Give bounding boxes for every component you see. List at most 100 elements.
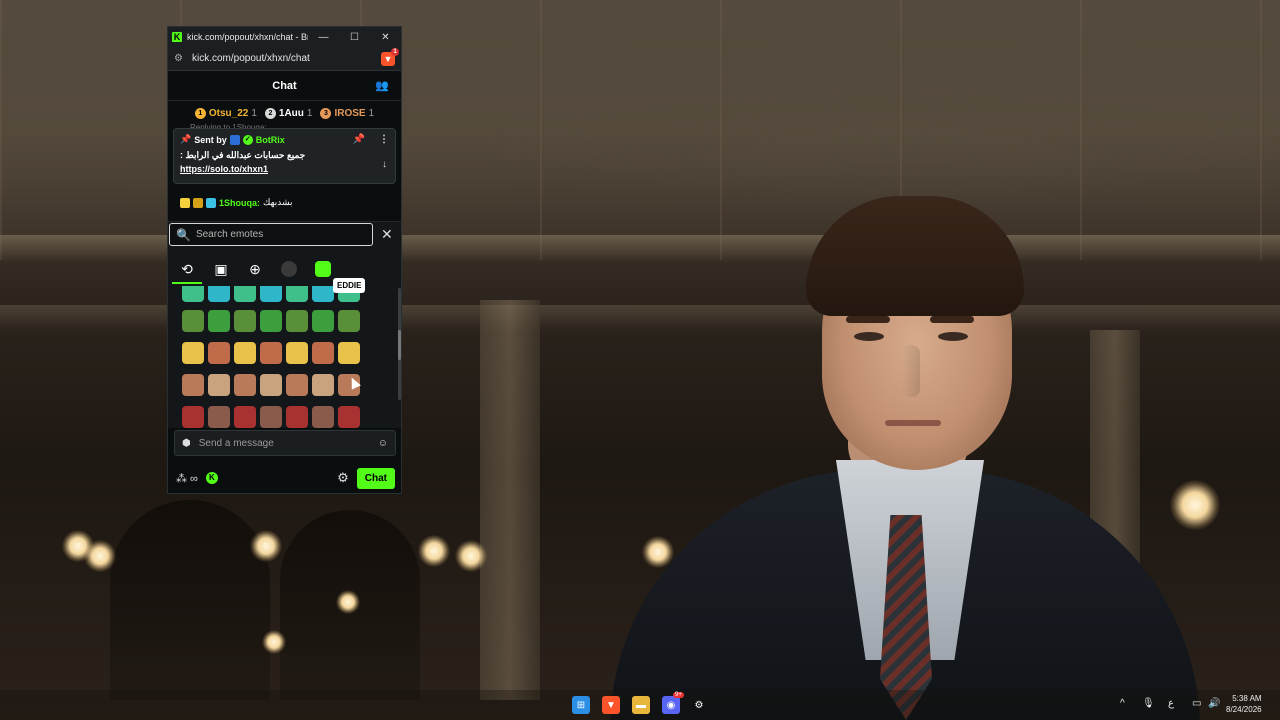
- message-composer[interactable]: ⬢ ☺: [174, 430, 396, 456]
- channel-icon[interactable]: ▣: [206, 256, 236, 282]
- emote-thumbnail[interactable]: [338, 342, 360, 364]
- message-shield-icon: ⬢: [182, 437, 191, 449]
- leaderboard-entry[interactable]: 3 IROSE 1: [320, 107, 374, 119]
- chat-username[interactable]: 1Shouqa:: [219, 198, 260, 208]
- emote-thumbnail[interactable]: [312, 342, 334, 364]
- sent-by-label: Sent by: [194, 134, 227, 145]
- emote-thumbnail[interactable]: [312, 406, 334, 428]
- gift-leaderboard: 1 Otsu_22 1 2 1Auu 1 3 IROSE 1: [168, 101, 401, 125]
- close-window-button[interactable]: ✕: [370, 27, 401, 47]
- collapse-arrow-icon[interactable]: ↓: [382, 159, 387, 170]
- emote-thumbnail[interactable]: [208, 342, 230, 364]
- emote-thumbnail[interactable]: [234, 286, 256, 302]
- leader-count: 1: [306, 107, 313, 119]
- leaderboard-entry[interactable]: 2 1Auu 1: [264, 107, 313, 119]
- points-icon[interactable]: ⁂ ∞: [176, 472, 198, 485]
- emote-thumbnail[interactable]: [208, 310, 230, 332]
- avatar-icon[interactable]: [274, 256, 304, 282]
- site-settings-icon[interactable]: ⚙: [174, 53, 188, 64]
- system-clock[interactable]: 5:38 AM 8/24/2026: [1226, 693, 1262, 715]
- emote-thumbnail[interactable]: [286, 342, 308, 364]
- emote-thumbnail[interactable]: [286, 286, 308, 302]
- emote-thumbnail[interactable]: [312, 310, 334, 332]
- volume-icon[interactable]: 🔊: [1208, 698, 1220, 709]
- emote-search[interactable]: 🔍: [169, 223, 373, 246]
- active-tab-indicator: [172, 282, 202, 284]
- emote-thumbnail[interactable]: [182, 406, 204, 428]
- microphone-icon[interactable]: 🎙: [1142, 698, 1155, 709]
- pinned-username[interactable]: BotRix: [256, 135, 285, 145]
- wallpaper-arch: [110, 500, 270, 700]
- more-options-icon[interactable]: ⋮: [379, 134, 389, 145]
- emote-picker: 🔍 ✕ ⟲ ▣ ⊕ EDDIE: [168, 221, 401, 428]
- emote-thumbnail[interactable]: [260, 406, 282, 428]
- chat-send-button[interactable]: Chat: [356, 467, 395, 489]
- pinned-message[interactable]: 📌 Sent by ✓ BotRix 📌 ⋮ جميع حسابات عبدال…: [173, 128, 396, 184]
- close-emotes-icon[interactable]: ✕: [381, 226, 393, 243]
- leaderboard-entry[interactable]: 1 Otsu_22 1: [194, 107, 257, 119]
- tray-chevron-icon[interactable]: ^: [1120, 698, 1125, 709]
- gear-icon[interactable]: ⚙: [337, 470, 349, 486]
- globe-icon[interactable]: ⊕: [240, 256, 270, 282]
- emote-thumbnail[interactable]: [260, 310, 282, 332]
- clock-date: 8/24/2026: [1226, 705, 1262, 714]
- shield-count-badge: 1: [391, 47, 399, 56]
- emote-thumbnail[interactable]: [182, 374, 204, 396]
- windows-start-icon[interactable]: ⊞: [572, 696, 590, 714]
- emote-thumbnail[interactable]: [234, 310, 256, 332]
- bot-badge-icon: [229, 134, 240, 145]
- emote-thumbnail[interactable]: [182, 310, 204, 332]
- sub-badge-icon: [180, 197, 190, 208]
- rank-badge-icon: 3: [320, 107, 332, 119]
- emote-thumbnail[interactable]: [208, 406, 230, 428]
- discord-app-icon[interactable]: ◉: [662, 696, 680, 714]
- emote-thumbnail[interactable]: [286, 406, 308, 428]
- brave-app-icon[interactable]: ▼: [602, 696, 620, 714]
- discord-badge: 9+: [673, 692, 684, 698]
- emote-thumbnail[interactable]: [208, 374, 230, 396]
- window-title: kick.com/popout/xhxn/chat - Brave: [187, 32, 308, 42]
- history-icon[interactable]: ⟲: [172, 256, 202, 282]
- search-icon: 🔍: [176, 227, 191, 242]
- minimize-button[interactable]: —: [308, 27, 339, 47]
- kick-points-icon[interactable]: K: [205, 472, 218, 484]
- wallpaper-light: [418, 535, 450, 567]
- emote-thumbnail[interactable]: [312, 374, 334, 396]
- wallpaper-figure-brow: [846, 316, 890, 323]
- emote-thumbnail[interactable]: [182, 286, 204, 302]
- emote-thumbnail[interactable]: [338, 406, 360, 428]
- emote-thumbnail[interactable]: [286, 374, 308, 396]
- emote-thumbnail[interactable]: [234, 374, 256, 396]
- url-text[interactable]: kick.com/popout/xhxn/chat: [192, 53, 381, 64]
- network-icon[interactable]: ▭: [1192, 698, 1201, 709]
- emote-thumbnail[interactable]: [234, 342, 256, 364]
- maximize-button[interactable]: ☐: [339, 27, 370, 47]
- chat-title: Chat: [272, 79, 297, 92]
- file-explorer-icon[interactable]: ▬: [632, 696, 650, 714]
- emote-thumbnail[interactable]: [260, 342, 282, 364]
- steam-app-icon[interactable]: ⚙: [690, 696, 708, 714]
- users-icon[interactable]: 👥: [375, 79, 389, 92]
- emoji-icon[interactable]: ☺: [378, 438, 388, 449]
- message-input[interactable]: [198, 437, 370, 449]
- pinned-link[interactable]: https://solo.to/xhxn1: [180, 164, 389, 174]
- emote-thumbnail[interactable]: [260, 286, 282, 302]
- leader-name: Otsu_22: [208, 107, 249, 119]
- title-bar[interactable]: K kick.com/popout/xhxn/chat - Brave — ☐ …: [168, 27, 401, 47]
- emote-thumbnail[interactable]: [208, 286, 230, 302]
- pinned-text: جميع حسابات عبدالله في الرابط :: [180, 150, 306, 160]
- crown-badge-icon: [193, 197, 203, 208]
- emote-search-input[interactable]: [195, 229, 366, 240]
- leader-count: 1: [251, 107, 257, 119]
- emote-thumbnail[interactable]: [182, 342, 204, 364]
- wallpaper-light: [250, 530, 282, 562]
- emote-thumbnail[interactable]: [286, 310, 308, 332]
- language-indicator[interactable]: ع: [1168, 698, 1174, 709]
- unpin-icon[interactable]: 📌: [353, 134, 365, 145]
- brave-shield-icon[interactable]: ▼ 1: [381, 47, 399, 66]
- emote-thumbnail[interactable]: [234, 406, 256, 428]
- emote-scroll-thumb[interactable]: [398, 330, 401, 360]
- emote-thumbnail[interactable]: [338, 310, 360, 332]
- emote-thumbnail[interactable]: [260, 374, 282, 396]
- emote-thumbnail[interactable]: [312, 286, 334, 302]
